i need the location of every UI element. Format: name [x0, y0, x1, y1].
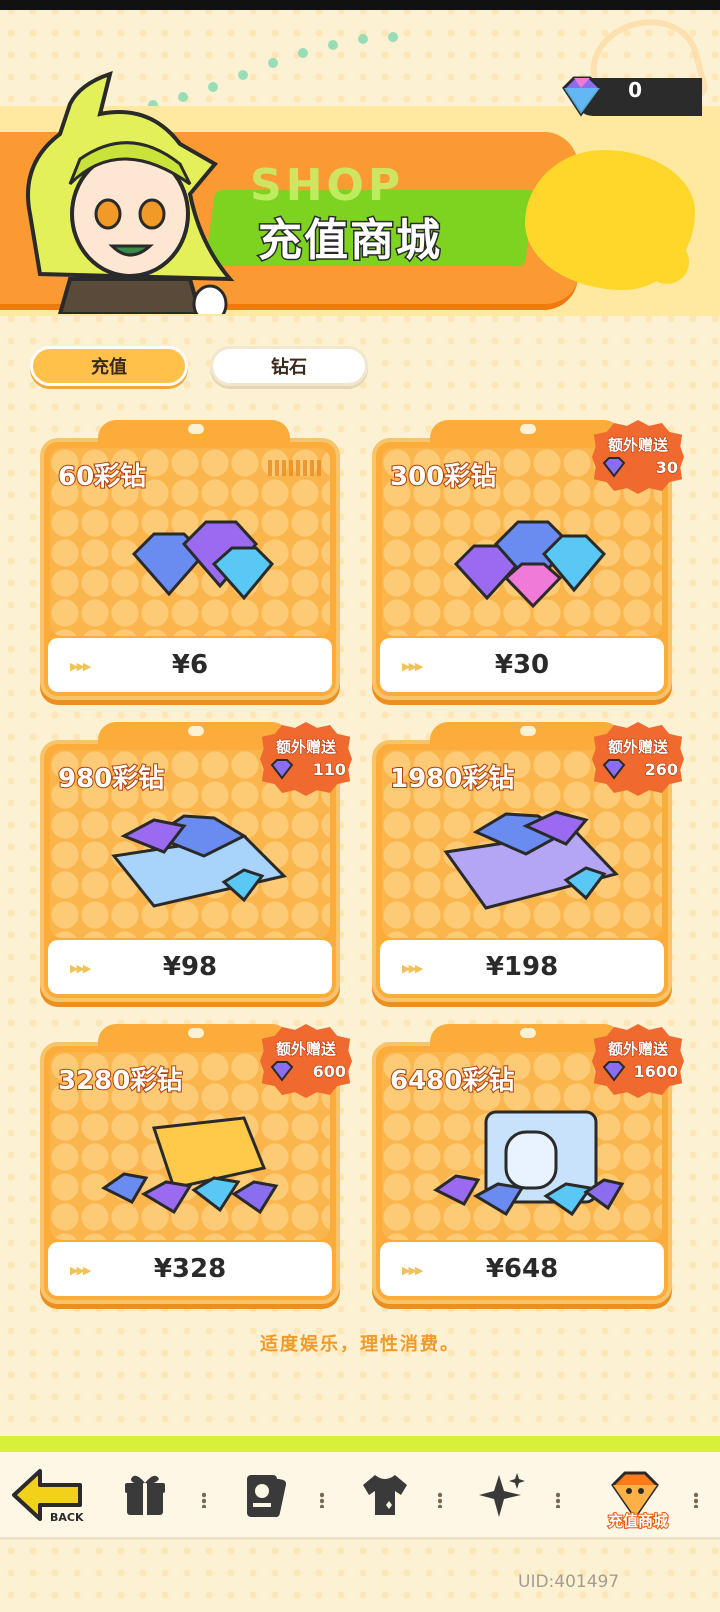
nav-separator — [202, 1492, 206, 1508]
arrows-icon: ▶▶▶ — [70, 962, 91, 975]
bonus-badge: 额外赠送 260 — [592, 722, 684, 796]
pack-name: 6480彩钻 — [389, 1065, 515, 1097]
nav-shop-label: 充值商城 — [607, 1511, 669, 1531]
price-button[interactable]: ▶▶▶ ¥98 — [48, 940, 332, 994]
gift-icon — [125, 1475, 165, 1515]
pack-card[interactable]: 3280彩钻 额外赠送 600 ▶▶▶ ¥328 — [40, 1024, 352, 1304]
diamond-box-icon — [111, 814, 287, 908]
diamond-box-icon — [443, 810, 619, 910]
pack-card[interactable]: 6480彩钻 额外赠送 1600 ▶▶▶ ¥648 — [372, 1024, 684, 1304]
status-strip — [0, 0, 720, 10]
back-label: BACK — [50, 1511, 84, 1524]
pack-name: 3280彩钻 — [57, 1065, 183, 1097]
pack-card[interactable]: 60彩钻 ▶▶▶ ¥6 — [40, 420, 340, 700]
pack-name: 300彩钻 — [389, 461, 497, 493]
arrows-icon: ▶▶▶ — [402, 1264, 423, 1277]
price-button[interactable]: ▶▶▶ ¥328 — [48, 1242, 332, 1296]
nav-gacha[interactable] — [468, 1462, 538, 1528]
pack-name: 1980彩钻 — [389, 763, 515, 795]
price-label: ¥6 — [171, 650, 209, 680]
price-label: ¥648 — [485, 1254, 559, 1284]
bonus-amount: 30 — [655, 458, 678, 478]
sparkle-icon — [479, 1473, 525, 1517]
price-button[interactable]: ▶▶▶ ¥6 — [48, 638, 332, 692]
arrows-icon: ▶▶▶ — [402, 962, 423, 975]
bonus-label: 额外赠送 — [607, 738, 668, 757]
pack-card[interactable]: 980彩钻 额外赠送 110 ▶▶▶ ¥98 — [40, 722, 352, 1002]
pack-name: 60彩钻 — [57, 461, 147, 493]
nav-wardrobe[interactable] — [350, 1462, 420, 1528]
nav-separator — [694, 1492, 698, 1508]
price-label: ¥98 — [162, 952, 218, 982]
arrows-icon: ▶▶▶ — [402, 660, 423, 673]
bonus-badge: 额外赠送 600 — [260, 1024, 352, 1098]
card-icon — [247, 1475, 287, 1518]
nav-separator — [320, 1492, 324, 1508]
diamond-toolbox-icon — [101, 1116, 279, 1215]
back-icon: BACK — [12, 1469, 84, 1524]
bonus-amount: 600 — [312, 1062, 346, 1082]
diamond-pile-icon — [453, 520, 607, 609]
diamond-pile-icon — [131, 520, 275, 601]
mascot-character — [26, 70, 235, 314]
price-label: ¥198 — [485, 952, 559, 982]
diamond-icon — [562, 76, 602, 117]
pack-card[interactable]: 300彩钻 额外赠送 30 ▶▶▶ ¥30 — [372, 420, 684, 700]
shirt-icon — [363, 1475, 407, 1515]
barcode-decoration — [268, 460, 324, 476]
nav-separator — [556, 1492, 560, 1508]
bonus-badge: 额外赠送 110 — [260, 722, 352, 796]
nav-cards[interactable] — [230, 1462, 300, 1528]
back-button[interactable]: BACK — [10, 1462, 94, 1528]
bonus-amount: 1600 — [633, 1062, 679, 1082]
arrows-icon: ▶▶▶ — [70, 660, 91, 673]
bonus-amount: 260 — [644, 760, 678, 780]
bonus-label: 额外赠送 — [275, 738, 336, 757]
price-label: ¥30 — [494, 650, 550, 680]
price-label: ¥328 — [153, 1254, 227, 1284]
tab-recharge[interactable]: 充值 — [30, 346, 188, 386]
bonus-label: 额外赠送 — [607, 1040, 668, 1059]
arrows-icon: ▶▶▶ — [70, 1264, 91, 1277]
tab-diamonds[interactable]: 钻石 — [210, 346, 368, 386]
moderation-notice: 适度娱乐，理性消费。 — [260, 1334, 460, 1355]
bonus-badge: 额外赠送 30 — [592, 420, 684, 494]
user-id: UID:401497 — [518, 1572, 620, 1592]
diamond-safe-icon — [433, 1110, 625, 1217]
price-button[interactable]: ▶▶▶ ¥30 — [380, 638, 664, 692]
bonus-amount: 110 — [312, 760, 346, 780]
page-title: 充值商城 — [257, 214, 442, 268]
pack-card[interactable]: 1980彩钻 额外赠送 260 ▶▶▶ ¥198 — [372, 722, 684, 1002]
pack-name: 980彩钻 — [57, 763, 165, 795]
nav-separator — [438, 1492, 442, 1508]
price-button[interactable]: ▶▶▶ ¥648 — [380, 1242, 664, 1296]
bonus-label: 额外赠送 — [607, 436, 668, 455]
bonus-badge: 额外赠送 1600 — [592, 1024, 684, 1098]
nav-gift[interactable] — [110, 1462, 180, 1528]
price-button[interactable]: ▶▶▶ ¥198 — [380, 940, 664, 994]
bonus-label: 额外赠送 — [275, 1040, 336, 1059]
splat-dot-decoration — [645, 240, 689, 284]
